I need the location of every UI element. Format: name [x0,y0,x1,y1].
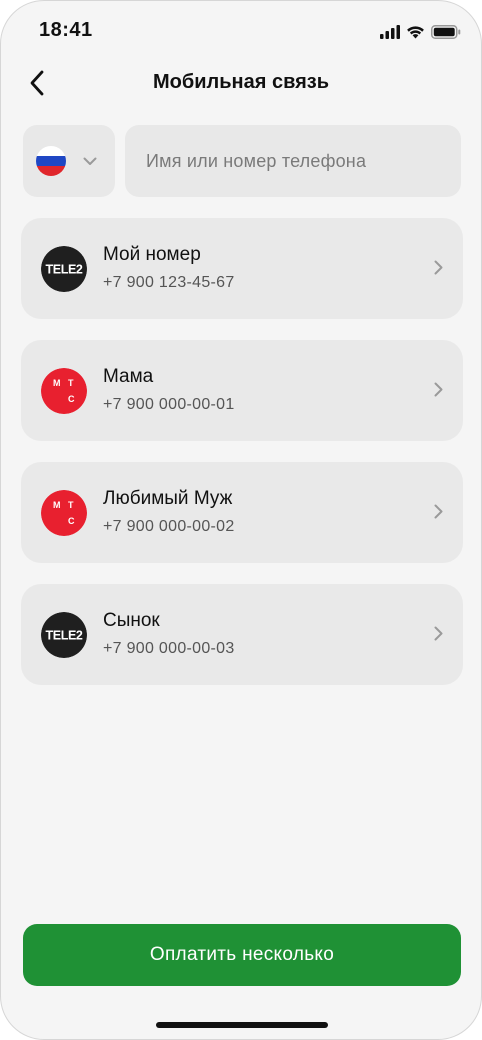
chevron-down-icon [83,153,97,171]
status-time: 18:41 [39,19,93,41]
svg-text:М: М [53,500,61,510]
chevron-right-icon [434,504,443,524]
contact-phone: +7 900 000-00-03 [103,640,235,657]
contact-card[interactable]: М Т С Мама +7 900 000-00-01 [21,340,463,441]
contact-name: Любимый Муж [103,488,233,509]
mts-logo-icon: М Т С [41,490,87,536]
phone-screen: 18:41 Мобильная связь Имя или номер теле… [0,0,482,1040]
pay-multiple-button[interactable]: Оплатить несколько [23,924,461,986]
contact-phone: +7 900 123-45-67 [103,274,235,291]
contact-name: Сынок [103,610,160,631]
chevron-right-icon [434,382,443,402]
navigation-bar: Мобильная связь [1,65,481,105]
contacts-list: TELE2 Мой номер +7 900 123-45-67 М Т С М… [21,218,463,706]
svg-text:TELE2: TELE2 [46,263,83,277]
country-selector[interactable] [23,125,115,197]
svg-text:С: С [68,516,75,526]
svg-text:Т: Т [68,500,74,510]
wifi-icon [406,25,425,39]
tele2-logo-icon: TELE2 [41,246,87,292]
contact-card[interactable]: М Т С Любимый Муж +7 900 000-00-02 [21,462,463,563]
status-icons [380,23,461,41]
mts-logo-icon: М Т С [41,368,87,414]
contact-name: Мама [103,366,154,387]
svg-text:М: М [53,378,61,388]
svg-text:TELE2: TELE2 [46,629,83,643]
home-indicator [156,1022,328,1028]
signal-icon [380,25,400,39]
contact-phone: +7 900 000-00-01 [103,396,235,413]
tele2-logo-icon: TELE2 [41,612,87,658]
page-title: Мобильная связь [152,71,329,93]
contact-card[interactable]: TELE2 Мой номер +7 900 123-45-67 [21,218,463,319]
search-input[interactable] [125,125,461,197]
chevron-right-icon [434,260,443,280]
svg-text:С: С [68,394,75,404]
contact-name: Мой номер [103,244,201,265]
svg-text:Т: Т [68,378,74,388]
contact-phone: +7 900 000-00-02 [103,518,235,535]
russia-flag-icon [36,146,66,176]
chevron-right-icon [434,626,443,646]
battery-icon [431,25,461,39]
contact-card[interactable]: TELE2 Сынок +7 900 000-00-03 [21,584,463,685]
status-bar: 18:41 [1,1,481,61]
search-field[interactable] [125,125,461,197]
